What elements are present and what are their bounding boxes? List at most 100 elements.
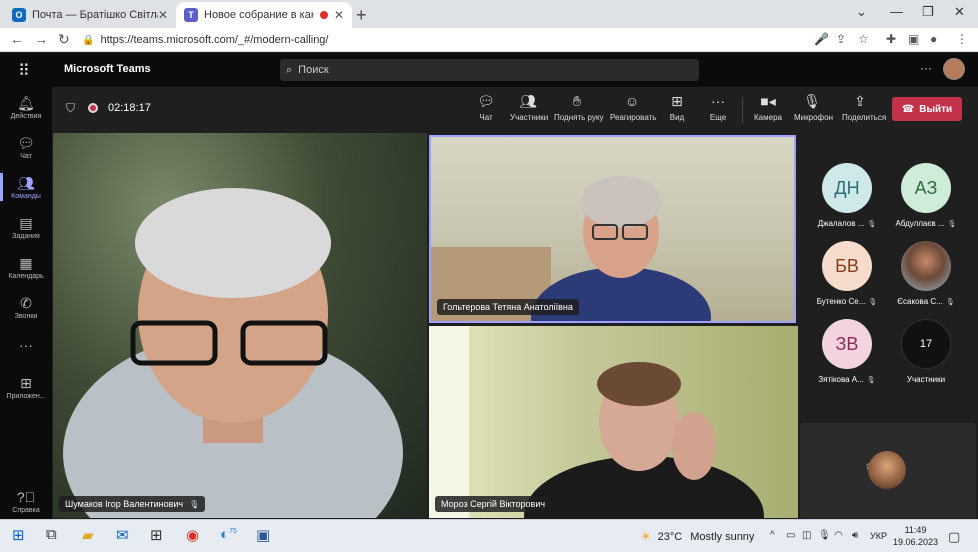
rail-item-assignments[interactable]: ▤ Задания [0,215,52,240]
volume-icon[interactable]: 🔊︎ [852,530,858,541]
participant-card[interactable]: АЗ Абдуллаєв ... 🎙︎ [886,163,966,228]
app-launcher-icon[interactable]: ⠿ [18,61,30,81]
more-options-icon[interactable]: ··· [920,61,932,75]
video-tile[interactable]: Гольтерова Тетяна Анатоліївна [429,135,796,323]
mail-icon[interactable]: ✉ [116,526,129,544]
raise-hand-label: Поднять руку [554,113,604,122]
weather-widget[interactable]: ☀ 23°C Mostly sunny [640,529,754,545]
rail-item-help[interactable]: ?⃝ Справка [0,489,52,514]
shield-icon[interactable]: ⛉ [66,101,75,116]
teams-icon: T [184,8,198,22]
rail-item-label: Приложен... [6,393,46,400]
restore-icon[interactable]: ❐ [922,4,934,20]
microphone-button[interactable]: 🎙︎ Микрофон [794,93,833,122]
rail-item-activity[interactable]: 🔔︎ Действия [0,95,52,120]
close-window-icon[interactable]: ✕ [954,4,965,20]
mic-off-icon: 🎙︎ [867,221,877,228]
chevron-up-icon[interactable]: ^ [770,530,775,541]
task-view-icon[interactable]: ⧉ [46,526,57,543]
view-button[interactable]: ⊞ Вид [666,93,688,122]
participant-card[interactable]: БВ Бутенко Се... 🎙︎ [807,241,887,306]
mic-label: Микрофон [794,113,833,122]
language-indicator[interactable]: УКР [870,531,887,541]
reload-icon[interactable]: ↻ [58,31,70,48]
search-input[interactable]: ⌕ Поиск [280,59,699,81]
mic-off-icon: 🎙︎ [803,93,821,109]
help-icon: ?⃝ [16,489,36,505]
react-button[interactable]: ☺ Реагировать [610,93,656,122]
file-explorer-icon[interactable]: ▰ [82,526,94,544]
rail-item-calls[interactable]: ✆ Звонки [0,295,52,320]
chevron-down-icon[interactable]: ⌄ [856,4,867,20]
avatar-initials: АЗ [914,177,938,198]
forward-icon[interactable]: → [34,31,48,47]
mic-icon[interactable]: 🎙︎ [818,530,831,541]
store-icon[interactable]: ⊞ [150,526,163,544]
rail-item-apps[interactable]: ⊞ Приложен... [0,375,52,400]
profile-icon[interactable]: ● [930,32,937,46]
chrome-icon[interactable]: ◉ [186,526,199,544]
browser-tab-mail[interactable]: O Почта — Братішко Світлана Ми ✕ [4,2,176,28]
meeting-timer: 02:18:17 [108,102,151,114]
mic-off-icon: 🎙︎ [947,221,957,228]
hangup-icon: ☎ [901,103,915,115]
participant-name: Абдуллаєв ... [895,219,945,228]
avatar-initials: БВ [835,255,859,276]
tab-title: Новое собрание в канале ( [204,9,314,21]
participant-card[interactable]: ДН Джалалов ... 🎙︎ [807,163,887,228]
avatar-initials: ДН [834,177,860,198]
participant-card[interactable]: ЗВ Зятікова А... 🎙︎ [807,319,887,384]
weather-temp: 23°C [657,531,683,543]
avatar: БВ [822,241,872,291]
windows-start-icon[interactable]: ⊞ [12,526,25,544]
minimize-icon[interactable]: — [890,4,903,19]
outlook-icon: O [12,8,26,22]
share-icon[interactable]: ⇪ [836,32,846,46]
menu-icon[interactable]: ⋮ [956,32,968,46]
back-icon[interactable]: ← [10,31,24,47]
count-value: 17 [919,338,933,350]
meeting-toolbar: ⛉ 02:18:17 💬︎ Чат 👥︎ Участники ✋︎ Поднят… [52,87,978,133]
self-video-tile[interactable]: 🎙︎ [800,423,976,518]
close-icon[interactable]: ✕ [334,8,344,22]
rail-item-chat[interactable]: 💬︎ Чат [0,135,52,160]
sidebar-icon[interactable]: ▣ [908,32,919,46]
notifications-icon[interactable]: ▢ [948,529,960,545]
participants-count-button[interactable]: 17 Участники [886,319,966,384]
leave-button[interactable]: ☎ Выйти [892,97,962,121]
url-field[interactable]: 🔒 https://teams.microsoft.com/_#/modern-… [82,31,802,49]
avatar[interactable] [943,58,965,80]
battery-icon[interactable]: ▭ [786,530,795,541]
participant-card[interactable]: Єсакова С... 🎙︎ [886,241,966,306]
participant-name: Мороз Сергій Вікторович [441,499,546,509]
camera-button[interactable]: ■◂ Камера [754,93,782,122]
mic-icon[interactable]: 🎤 [814,32,829,46]
rail-item-more[interactable]: ··· [0,337,52,353]
recording-icon [319,11,328,19]
participants-button[interactable]: 👥︎ Участники [510,93,548,122]
browser-tab-strip: O Почта — Братішко Світлана Ми ✕ T Новое… [0,0,978,28]
word-icon[interactable]: ▣ [256,526,270,544]
chat-button[interactable]: 💬︎ Чат [476,93,496,122]
star-icon[interactable]: ☆ [858,32,869,46]
rail-item-label: Календарь [8,273,44,280]
video-tile[interactable]: Шумаков Ігор Валентинович 🎙︎ [53,133,427,518]
share-button[interactable]: ⇪ Поделиться [842,93,886,122]
rail-item-calendar[interactable]: ▦ Календарь [0,255,52,280]
participants-count: 17 [901,319,951,369]
avatar: АЗ [901,163,951,213]
more-button[interactable]: ··· Еще [708,93,728,122]
new-tab-button[interactable]: + [356,5,367,26]
more-icon: ··· [19,337,33,353]
browser-tab-teams[interactable]: T Новое собрание в канале ( ✕ [176,2,352,28]
raise-hand-button[interactable]: ✋︎ Поднять руку [554,93,604,122]
participant-name-tag: Шумаков Ігор Валентинович 🎙︎ [59,496,206,512]
app-icon[interactable]: ◐75 [220,526,237,543]
wifi-icon[interactable]: ◠ [834,530,843,541]
extensions-icon[interactable]: ✚ [886,32,896,46]
close-icon[interactable]: ✕ [158,8,168,22]
rail-item-teams[interactable]: 👥︎ Команды [0,173,52,201]
camera-icon[interactable]: ◫ [802,530,811,541]
video-tile[interactable]: Мороз Сергій Вікторович [429,326,798,518]
clock[interactable]: 11:49 19.06.2023 [893,524,938,548]
